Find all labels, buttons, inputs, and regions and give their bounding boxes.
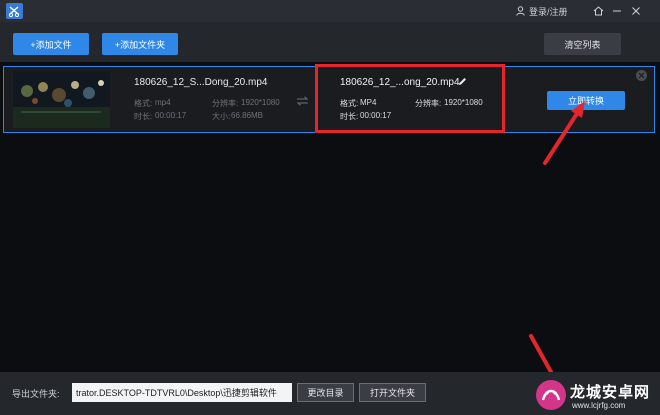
watermark-url: www.lcjrfg.com — [572, 401, 626, 410]
change-directory-button[interactable]: 更改目录 — [297, 383, 354, 402]
export-folder-label: 导出文件夹: — [12, 389, 60, 399]
arrow-to-watermark — [529, 334, 553, 374]
annotation-arrows — [529, 101, 585, 374]
export-path-field[interactable]: trator.DESKTOP-TDTVRL0\Desktop\迅捷剪辑软件 — [72, 383, 292, 402]
open-folder-button[interactable]: 打开文件夹 — [359, 383, 426, 402]
arrow-to-convert-button — [543, 101, 585, 165]
site-watermark: 龙城安卓网 www.lcjrfg.com — [528, 375, 660, 415]
watermark-logo-icon — [536, 380, 566, 410]
watermark-title: 龙城安卓网 — [570, 384, 651, 401]
